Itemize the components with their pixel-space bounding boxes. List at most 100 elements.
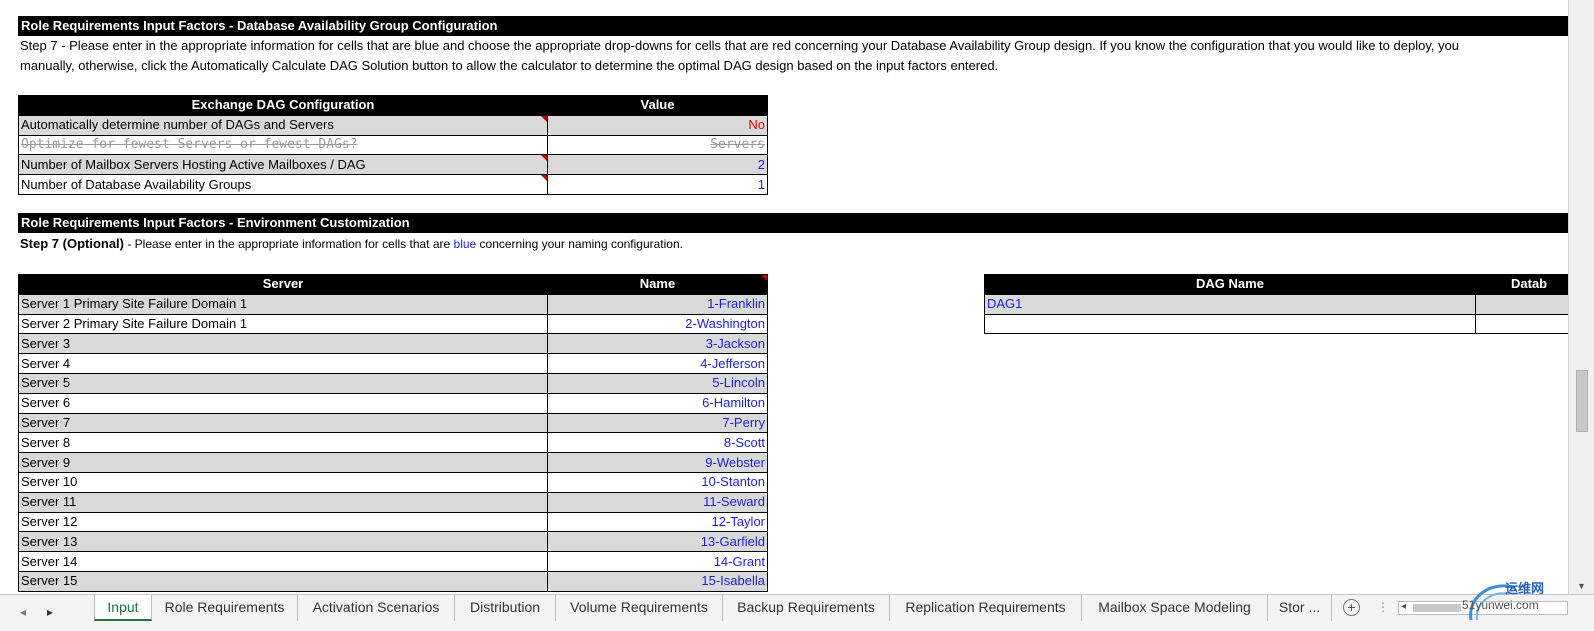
server-names-table: Server Name Server 1 Primary Site Failur… xyxy=(18,274,768,592)
server-label: Server 14 xyxy=(18,551,548,572)
server-label: Server 6 xyxy=(18,392,548,414)
table-row: Optimize for fewest Servers or fewest DA… xyxy=(18,134,768,156)
table-row: Server 7 7-Perry xyxy=(18,412,768,434)
server-label: Server 10 xyxy=(18,471,548,493)
label-number-of-dags: Number of Database Availability Groups xyxy=(21,176,252,192)
server-name-input[interactable]: 4-Jefferson xyxy=(547,353,768,374)
sheet-tab-backup-requirements[interactable]: Backup Requirements xyxy=(723,595,890,621)
comment-indicator[interactable] xyxy=(541,155,547,162)
server-name-input[interactable]: 8-Scott xyxy=(547,432,768,454)
server-name-input[interactable]: 1-Franklin xyxy=(547,293,768,315)
row-label: Automatically determine number of DAGs a… xyxy=(18,114,548,136)
comment-indicator[interactable] xyxy=(541,175,547,182)
server-name-input[interactable]: 6-Hamilton xyxy=(547,392,768,414)
server-label: Server 13 xyxy=(18,531,548,553)
server-name-input[interactable]: 14-Grant xyxy=(547,551,768,572)
next-sheet-arrow-icon[interactable]: ▸ xyxy=(47,605,53,619)
server-name-input[interactable]: 15-Isabella xyxy=(547,570,768,592)
add-sheet-icon[interactable]: + xyxy=(1343,599,1360,616)
server-name-input[interactable]: 13-Garfield xyxy=(547,531,768,553)
sheet-tab-input[interactable]: Input xyxy=(94,595,152,621)
server-label: Server 3 xyxy=(18,333,548,355)
table-row: DAG1 xyxy=(984,293,1568,315)
prev-sheet-arrow-icon[interactable]: ◂ xyxy=(20,605,26,619)
optimize-fewest-dropdown[interactable]: Servers xyxy=(547,134,768,156)
dag-name-input[interactable]: DAG1 xyxy=(984,293,1476,315)
table-row: Server 12 12-Taylor xyxy=(18,511,768,533)
header-server: Server xyxy=(18,274,548,295)
table-row: Server 13 13-Garfield xyxy=(18,531,768,553)
server-name-input[interactable]: 10-Stanton xyxy=(547,471,768,493)
server-name-input[interactable]: 3-Jackson xyxy=(547,333,768,355)
label-optimize-fewest: Optimize for fewest Servers or fewest DA… xyxy=(18,134,548,156)
section-header-environment-customization: Role Requirements Input Factors - Enviro… xyxy=(18,213,1568,233)
vertical-scrollbar[interactable]: ▼ xyxy=(1568,0,1594,594)
server-label: Server 7 xyxy=(18,412,548,434)
server-label: Server 12 xyxy=(18,511,548,533)
auto-determine-dropdown[interactable]: No xyxy=(547,114,768,136)
table-row: Server 8 8-Scott xyxy=(18,432,768,454)
header-exchange-dag-configuration: Exchange DAG Configuration xyxy=(18,95,548,116)
database-input[interactable] xyxy=(1475,293,1568,315)
server-label: Server 5 xyxy=(18,372,548,394)
header-database: Datab xyxy=(1475,274,1568,295)
server-name-input[interactable]: 12-Taylor xyxy=(547,511,768,533)
label-auto-determine-dags: Automatically determine number of DAGs a… xyxy=(21,117,334,133)
table-row: Server 5 5-Lincoln xyxy=(18,372,768,394)
header-dag-name: DAG Name xyxy=(984,274,1476,295)
table-row: Server 9 9-Webster xyxy=(18,452,768,473)
table-row: Automatically determine number of DAGs a… xyxy=(18,114,768,136)
table-row: Number of Mailbox Servers Hosting Active… xyxy=(18,154,768,176)
table-row: Server 1 Primary Site Failure Domain 1 1-… xyxy=(18,293,768,315)
watermark-brand: 运维网 xyxy=(1505,581,1545,596)
sheet-tab-replication-requirements[interactable]: Replication Requirements xyxy=(890,595,1082,621)
dag-name-input[interactable] xyxy=(984,313,1476,335)
table-row: Number of Database Availability Groups 1 xyxy=(18,174,768,195)
sheet-tab-distribution[interactable]: Distribution xyxy=(455,595,556,621)
sheet-tab-mailbox-space-modeling[interactable]: Mailbox Space Modeling xyxy=(1082,595,1268,621)
sheet-tab-role-requirements[interactable]: Role Requirements xyxy=(152,595,298,621)
sheet-tab-stor[interactable]: Stor ... xyxy=(1268,595,1332,621)
comment-indicator[interactable] xyxy=(761,275,767,281)
table-row: Server 2 Primary Site Failure Domain 1 2-… xyxy=(18,313,768,335)
step-7-optional-instructions: Step 7 (Optional) - Please enter in the … xyxy=(20,234,1550,254)
sheet-tab-volume-requirements[interactable]: Volume Requirements xyxy=(556,595,723,621)
horizontal-scroll-thumb[interactable] xyxy=(1413,604,1461,612)
left-gutter xyxy=(0,0,18,594)
header-name: Name xyxy=(547,274,768,295)
sheet-tab-bar: ◂ ▸ Input Role Requirements Activation Sce… xyxy=(0,594,1594,631)
header-value: Value xyxy=(547,95,768,116)
row-label: Number of Database Availability Groups xyxy=(18,174,548,195)
table-row: Server 15 15-Isabella xyxy=(18,570,768,592)
server-name-input[interactable]: 7-Perry xyxy=(547,412,768,434)
table-row: Server 6 6-Hamilton xyxy=(18,392,768,414)
table-row: Server 4 4-Jefferson xyxy=(18,353,768,374)
scroll-left-arrow-icon[interactable]: ◂ xyxy=(1401,601,1406,612)
comment-indicator[interactable] xyxy=(541,116,547,122)
server-name-input[interactable]: 5-Lincoln xyxy=(547,372,768,394)
tab-splitter-icon[interactable]: ⋮ xyxy=(1377,600,1389,614)
vertical-scroll-thumb[interactable] xyxy=(1576,370,1588,432)
label-mailbox-servers-per-dag: Number of Mailbox Servers Hosting Active… xyxy=(21,156,366,172)
table-row: Server 14 14-Grant xyxy=(18,551,768,572)
table-row xyxy=(984,313,1568,335)
step-7-instructions-line-2: manually, otherwise, click the Automatic… xyxy=(20,58,999,73)
step-label: Step 7 (Optional) xyxy=(20,236,124,251)
number-of-dags-input[interactable]: 1 xyxy=(547,174,768,195)
table-row: Server 3 3-Jackson xyxy=(18,333,768,355)
header-name-label: Name xyxy=(639,276,676,292)
section-header-dag-configuration: Role Requirements Input Factors - Databa… xyxy=(18,16,1568,36)
row-label: Number of Mailbox Servers Hosting Active… xyxy=(18,154,548,176)
sheet-tab-activation-scenarios[interactable]: Activation Scenarios xyxy=(298,595,455,621)
server-label: Server 9 xyxy=(18,452,548,473)
server-label: Server 2 Primary Site Failure Domain 1 xyxy=(18,313,548,335)
server-label: Server 8 xyxy=(18,432,548,454)
server-name-input[interactable]: 11-Seward xyxy=(547,491,768,513)
database-input[interactable] xyxy=(1475,313,1568,335)
spreadsheet-area[interactable]: Role Requirements Input Factors - Databa… xyxy=(0,0,1568,594)
server-name-input[interactable]: 2-Washington xyxy=(547,313,768,335)
server-label: Server 1 Primary Site Failure Domain 1 xyxy=(18,293,548,315)
mailbox-servers-per-dag-input[interactable]: 2 xyxy=(547,154,768,176)
server-name-input[interactable]: 9-Webster xyxy=(547,452,768,473)
watermark-url: 51yunwei.com xyxy=(1462,598,1539,612)
